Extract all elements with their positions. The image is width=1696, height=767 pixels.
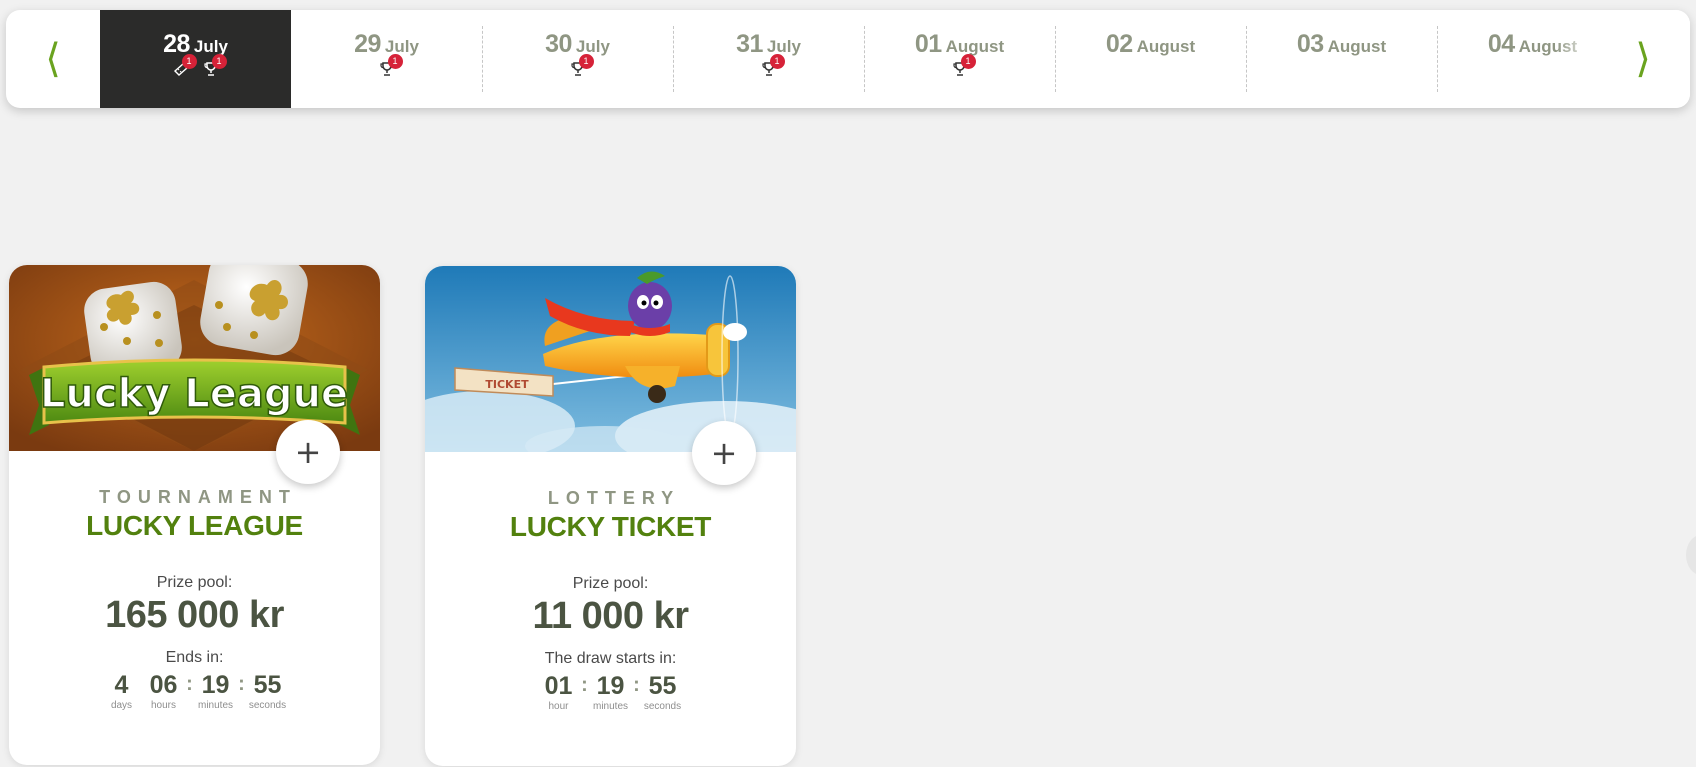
timer-unit-seconds: 55 seconds	[642, 672, 684, 712]
chevron-left-icon[interactable]: ⟨	[6, 10, 100, 108]
trophy-icon: 1	[203, 54, 227, 77]
timer-unit-hours: 06 hours	[143, 671, 185, 711]
card-type-label: TOURNAMENT	[99, 487, 297, 507]
timer-label: The draw starts in:	[544, 650, 677, 667]
day-month: July	[384, 37, 419, 56]
date-label: 02 August	[1106, 30, 1195, 59]
event-indicators: 1	[952, 54, 976, 81]
day-number: 30	[545, 30, 572, 58]
timer-value: 06	[149, 671, 178, 699]
card-title: LUCKY TICKET	[509, 511, 712, 542]
count-badge: 1	[181, 54, 197, 69]
timer-unit-label: seconds	[248, 700, 287, 711]
prize-pool-label: Prize pool:	[156, 574, 233, 591]
timer-value: 19	[201, 671, 230, 699]
event-indicators: 1	[761, 54, 785, 81]
timer-unit-label: hours	[150, 700, 176, 711]
ticket-icon: 1	[173, 54, 197, 77]
add-button[interactable]: +	[692, 421, 756, 485]
lucky-ticket-image: TICKET	[425, 266, 796, 452]
trophy-icon: 1	[761, 54, 785, 77]
date-tab[interactable]: 31 July 1	[673, 10, 864, 108]
timer-value: 55	[648, 672, 677, 700]
timer-unit-hours: 01 hour	[538, 672, 580, 712]
timer-separator: :	[238, 673, 245, 695]
prize-pool-value: 165 000 kr	[105, 594, 284, 636]
card-body: TOURNAMENT LUCKY LEAGUE Prize pool: 165 …	[9, 487, 380, 711]
day-number: 31	[736, 30, 763, 58]
day-number: 03	[1296, 30, 1324, 58]
side-scroll-handle[interactable]	[1686, 535, 1696, 575]
count-badge: 1	[769, 54, 785, 69]
day-month: August	[1136, 37, 1196, 56]
timer-unit-label: minutes	[592, 701, 628, 712]
card-type-label: LOTTERY	[547, 488, 681, 508]
date-label: 29 July	[354, 30, 419, 59]
countdown-timer: 4 days 06 hours : 19 minutes : 55 second…	[9, 671, 380, 711]
day-month: August	[1327, 37, 1387, 56]
event-indicators: 11	[173, 54, 227, 81]
date-tab[interactable]: 03 August	[1246, 10, 1437, 108]
day-month: July	[575, 37, 610, 56]
date-tab[interactable]: 30 July 1	[482, 10, 673, 108]
timer-label: Ends in:	[165, 649, 224, 666]
date-tab[interactable]: 28 July 1 1	[100, 10, 291, 108]
day-number: 04	[1487, 30, 1515, 58]
count-badge: 1	[387, 54, 403, 69]
chevron-right-icon[interactable]: ⟩	[1596, 10, 1690, 108]
day-number: 29	[354, 30, 381, 58]
event-indicators: 1	[570, 54, 594, 81]
day-number: 01	[914, 30, 942, 58]
trophy-icon: 1	[570, 54, 594, 77]
date-tab[interactable]: 02 August	[1055, 10, 1246, 108]
timer-value: 55	[253, 671, 282, 699]
event-card-lottery[interactable]: TICKET + LOTTERY LUCKY TICKET Prize pool…	[425, 266, 796, 766]
add-button[interactable]: +	[276, 420, 340, 484]
timer-unit-seconds: 55 seconds	[247, 671, 289, 711]
day-month: July	[193, 37, 228, 56]
day-number: 02	[1105, 30, 1133, 58]
date-label: 01 August	[915, 30, 1004, 59]
date-label: 04 August	[1488, 30, 1577, 59]
card-body: LOTTERY LUCKY TICKET Prize pool: 11 000 …	[425, 488, 796, 712]
day-month: July	[766, 37, 801, 56]
date-label: 30 July	[545, 30, 610, 59]
date-label: 31 July	[736, 30, 801, 59]
count-badge: 1	[960, 54, 976, 69]
timer-unit-minutes: 19 minutes	[195, 671, 237, 711]
date-tab[interactable]: 29 July 1	[291, 10, 482, 108]
event-card-tournament[interactable]: Lucky League + TOURNAMENT LUCKY LEAGUE P…	[9, 265, 380, 765]
timer-unit-label: days	[110, 700, 133, 711]
timer-value: 01	[544, 672, 573, 700]
day-month: August	[1518, 37, 1578, 56]
timer-separator: :	[633, 674, 640, 696]
event-indicators: 1	[379, 54, 403, 81]
ticket-banner-text: TICKET	[485, 378, 529, 391]
date-tab[interactable]: 01 August 1	[864, 10, 1055, 108]
trophy-icon: 1	[379, 54, 403, 77]
count-badge: 1	[211, 54, 227, 69]
trophy-icon: 1	[952, 54, 976, 77]
timer-unit-label: hour	[548, 701, 569, 712]
timer-separator: :	[186, 673, 193, 695]
lucky-league-image: Lucky League	[9, 265, 380, 451]
date-selector: ⟨ 28 July 1 1 29 July 1 30 July 1 31 July 1 01 August 1…	[6, 10, 1690, 108]
timer-unit-label: minutes	[197, 700, 233, 711]
timer-value: 19	[596, 672, 625, 700]
days-row: 28 July 1 1 29 July 1 30 July 1 31 July 1 01 August 1 02…	[100, 10, 1602, 108]
countdown-timer: 01 hour : 19 minutes : 55 seconds	[425, 672, 796, 712]
date-label: 03 August	[1297, 30, 1386, 59]
card-title: LUCKY LEAGUE	[86, 510, 303, 541]
prize-pool-label: Prize pool:	[572, 575, 649, 592]
prize-pool-value: 11 000 kr	[532, 595, 689, 637]
lucky-league-logo-text: Lucky League	[40, 371, 348, 417]
count-badge: 1	[578, 54, 594, 69]
timer-unit-minutes: 19 minutes	[590, 672, 632, 712]
timer-value: 4	[114, 671, 129, 699]
timer-unit-days: 4 days	[101, 671, 143, 711]
day-month: August	[945, 37, 1005, 56]
timer-unit-label: seconds	[643, 701, 682, 712]
timer-separator: :	[581, 674, 588, 696]
